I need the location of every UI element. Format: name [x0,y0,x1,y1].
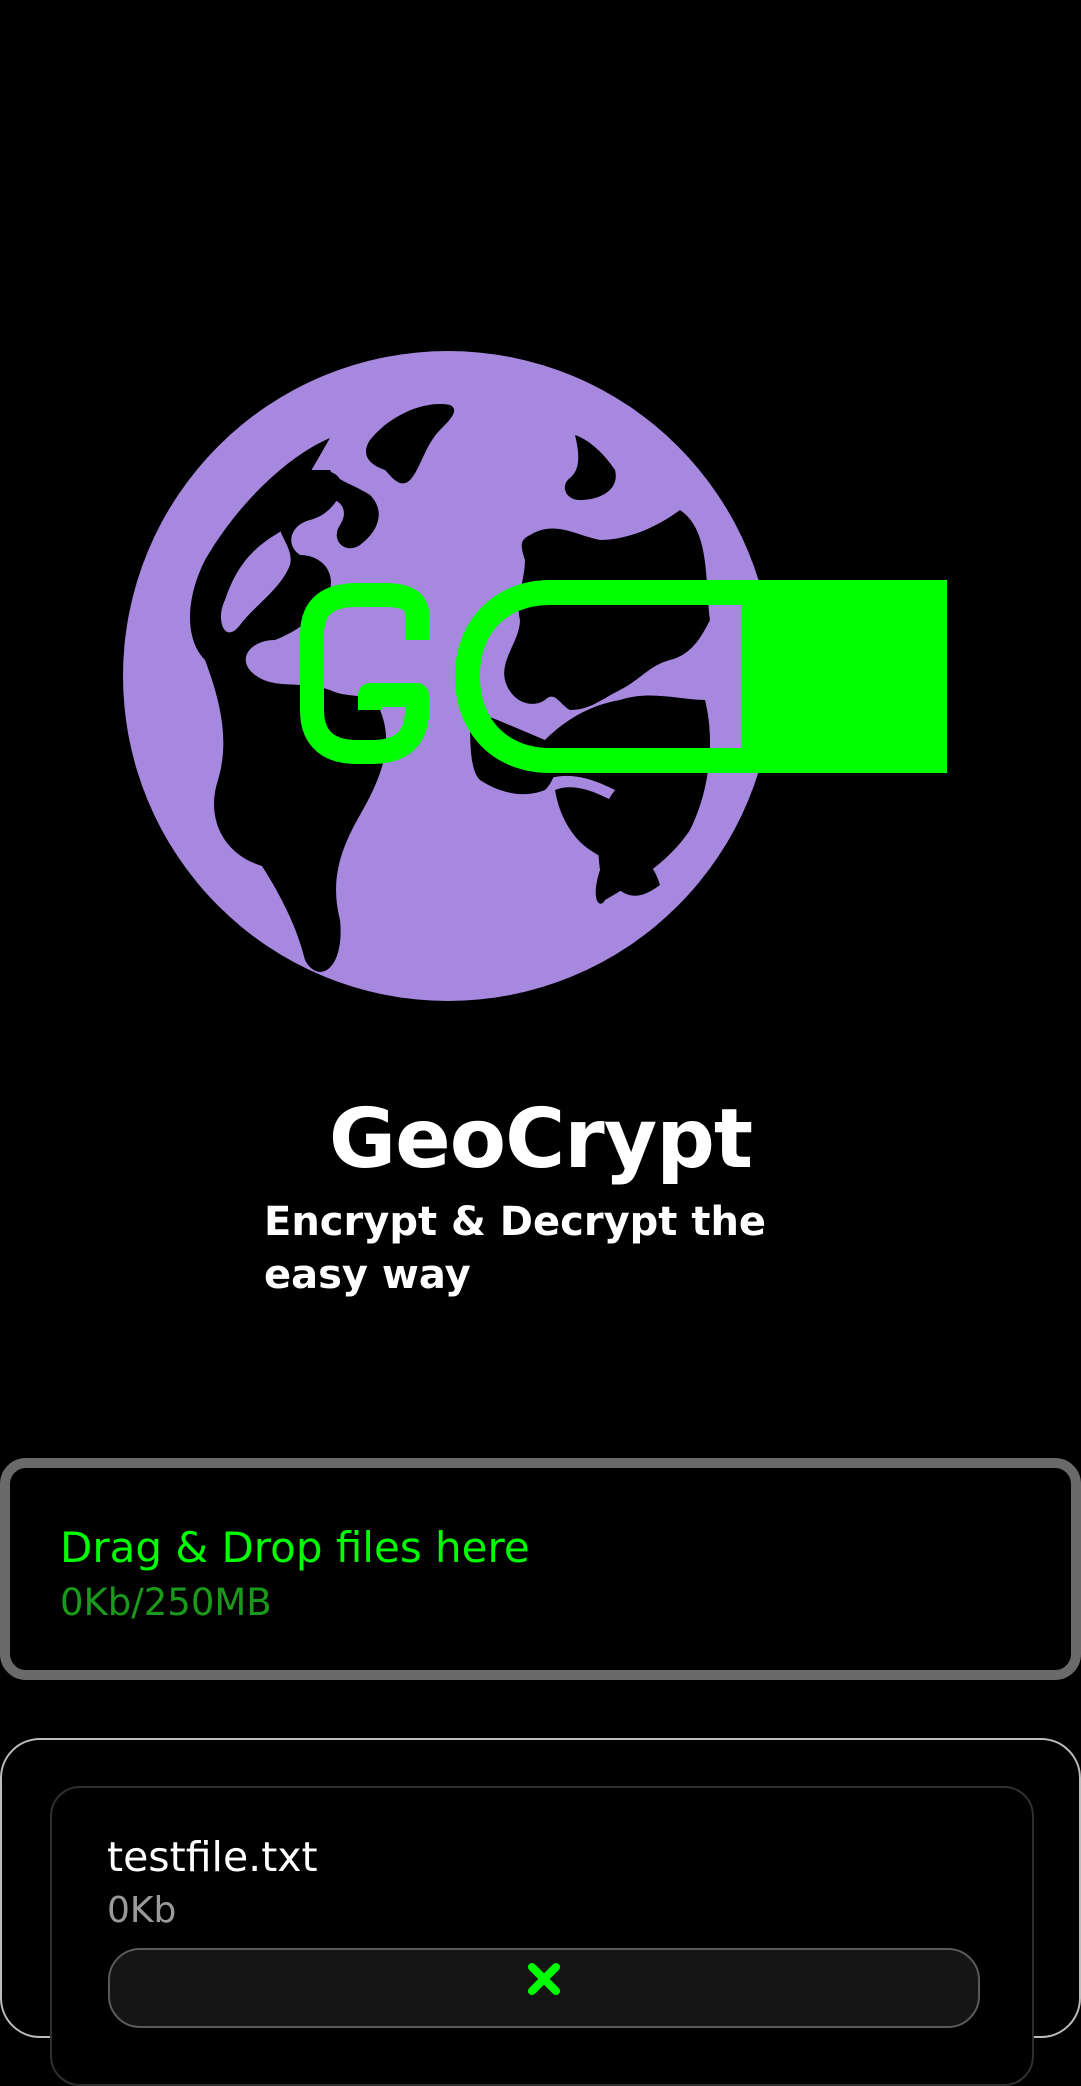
file-name: testfile.txt [107,1833,318,1881]
dropzone-usage: 0Kb/250MB [60,1581,272,1624]
file-size: 0Kb [107,1890,177,1931]
app-tagline: Encrypt & Decrypt the easy way [264,1199,767,1298]
dropzone-label: Drag & Drop files here [60,1523,530,1572]
file-list-panel: testfile.txt 0Kb [0,1738,1081,2086]
app-title: GeoCrypt [328,1092,753,1187]
geocrypt-logo [123,351,947,1001]
file-dropzone[interactable]: Drag & Drop files here 0Kb/250MB [0,1458,1081,1680]
remove-file-button[interactable] [108,1948,980,2028]
close-x-icon [528,1963,560,1995]
globe-icon [123,351,773,1001]
file-item: testfile.txt 0Kb [50,1786,1034,2086]
